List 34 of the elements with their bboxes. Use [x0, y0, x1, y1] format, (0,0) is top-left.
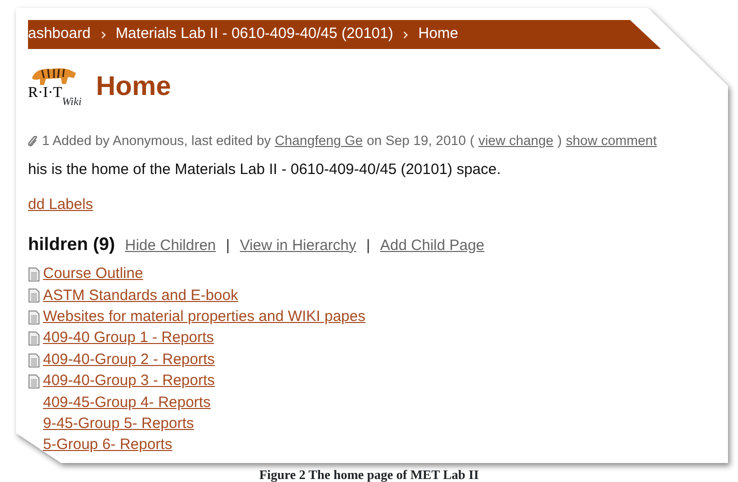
children-action-link[interactable]: View in Hierarchy	[240, 234, 356, 258]
logo-text: R·I·T	[28, 86, 62, 101]
child-page-link[interactable]: ASTM Standards and E-book	[43, 284, 238, 308]
page-title: Home	[96, 70, 172, 103]
separator-text: |	[226, 236, 230, 256]
meta-link[interactable]: Changfeng Ge	[274, 131, 363, 152]
separator-text: |	[366, 236, 370, 256]
breadcrumb-link[interactable]: ashboard	[28, 23, 91, 46]
child-page-link[interactable]: 409-40 Group 1 - Reports	[43, 327, 214, 350]
child-page-link[interactable]: Websites for material properties and WIKI papes	[43, 306, 366, 328]
children-action-link[interactable]: Add Child Page	[380, 234, 484, 258]
logo-subtext: Wiki	[62, 97, 82, 108]
breadcrumb-link[interactable]: Materials Lab II - 0610-409-40/45 (20101)	[116, 23, 394, 46]
intro-text: his is the home of the Materials Lab II - 0610-409-40/45 (20101) space.	[28, 160, 502, 180]
child-page-link[interactable]: 409-40-Group 3 - Reports	[43, 370, 215, 393]
meta-text: (	[470, 132, 474, 150]
meta-text: on Sep 19, 2010	[366, 132, 466, 150]
breadcrumb-separator-icon	[100, 30, 106, 38]
breadcrumb-separator-icon	[403, 30, 408, 38]
child-page-link[interactable]: 5-Group 6- Reports	[43, 434, 172, 457]
child-page-link[interactable]: Course Outline	[43, 263, 144, 286]
children-heading: hildren (9)	[28, 232, 116, 256]
child-page-link[interactable]: 409-45-Group 4- Reports	[43, 392, 211, 414]
add-labels-link[interactable]: dd Labels	[28, 194, 94, 216]
meta-text: 1 Added by Anonymous, last edited by	[42, 132, 271, 150]
attachment-icon	[28, 136, 38, 147]
figure-caption: Figure 2 The home page of MET Lab II	[258, 466, 480, 482]
child-page-link[interactable]: 9-45-Group 5- Reports	[43, 412, 194, 436]
children-action-link[interactable]: Hide Children	[125, 234, 216, 258]
meta-text: )	[557, 132, 562, 150]
child-page-link[interactable]: 409-40-Group 2 - Reports	[43, 348, 215, 372]
breadcrumb-link[interactable]: Home	[418, 23, 458, 46]
meta-link[interactable]: show comment	[566, 131, 657, 152]
meta-link[interactable]: view change	[478, 131, 554, 152]
